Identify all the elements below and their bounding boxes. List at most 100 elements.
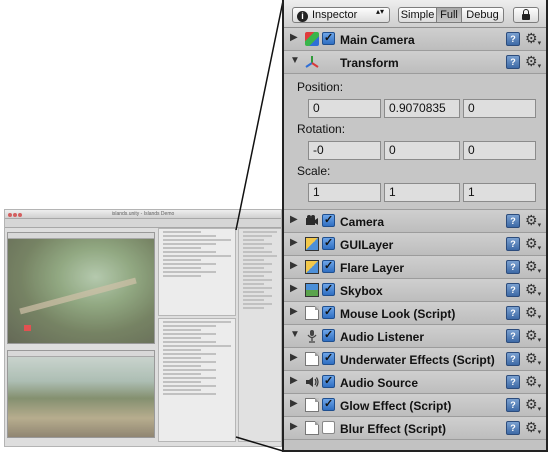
gear-icon[interactable]: ⚙▾ [525,212,541,229]
enable-checkbox[interactable] [322,259,335,273]
mode-full-button[interactable]: Full [437,8,462,22]
fold-arrow-collapsed-icon[interactable]: ▶ [290,283,298,294]
scale-row: 1 1 1 [308,183,546,202]
rotation-z-field[interactable]: 0 [463,141,536,160]
help-icon[interactable]: ? [506,375,520,389]
gear-icon[interactable]: ⚙▾ [525,235,541,252]
thumbnail-window-title: islands.unity - Islands Demo [111,211,175,217]
rotation-y-field[interactable]: 0 [384,141,460,160]
position-x-field[interactable]: 0 [308,99,381,118]
transform-properties: Position: 0 0.9070835 0 Rotation: -0 0 0… [284,74,546,210]
inspector-dropdown[interactable]: i Inspector ▴▾ [292,7,390,23]
gear-icon[interactable]: ⚙▾ [525,327,541,344]
position-label: Position: [297,80,344,94]
fold-arrow-expanded-icon[interactable]: ▼ [290,55,300,66]
fold-arrow-collapsed-icon[interactable]: ▶ [290,398,298,409]
gear-icon[interactable]: ⚙▾ [525,396,541,413]
help-icon[interactable]: ? [506,329,520,343]
gear-icon[interactable]: ⚙▾ [525,373,541,390]
audio-source-icon [306,377,319,387]
fold-arrow-collapsed-icon[interactable]: ▶ [290,260,298,271]
scale-x-field[interactable]: 1 [308,183,381,202]
enable-checkbox[interactable] [322,305,335,319]
component-name: Underwater Effects (Script) [340,353,495,367]
scale-y-field[interactable]: 1 [384,183,460,202]
gear-icon[interactable]: ⚙▾ [525,304,541,321]
enable-checkbox[interactable] [322,31,335,45]
enable-checkbox[interactable] [322,328,335,342]
enable-checkbox[interactable] [322,374,335,388]
enable-checkbox[interactable] [322,282,335,296]
gear-icon[interactable]: ⚙▾ [525,53,541,70]
camera-icon [306,215,318,225]
mode-simple-button[interactable]: Simple [399,8,437,22]
thumbnail-titlebar: islands.unity - Islands Demo [5,210,281,219]
component-mouse-look-script[interactable]: ▶ Mouse Look (Script) ? ⚙▾ [284,302,546,325]
gear-icon[interactable]: ⚙▾ [525,258,541,275]
help-icon[interactable]: ? [506,283,520,297]
position-z-field[interactable]: 0 [463,99,536,118]
component-gui-layer[interactable]: ▶ GUILayer ? ⚙▾ [284,233,546,256]
gear-icon[interactable]: ⚙▾ [525,419,541,436]
help-icon[interactable]: ? [506,398,520,412]
component-name: Audio Listener [340,330,425,344]
info-icon: i [297,11,308,22]
enable-checkbox[interactable] [322,397,335,411]
inspector-panel-thumbnail [238,228,281,442]
scale-label: Scale: [297,164,331,178]
lock-button[interactable] [513,7,539,23]
rotation-label: Rotation: [297,122,346,136]
component-name: Mouse Look (Script) [340,307,456,321]
inspector-panel: i Inspector ▴▾ Simple Full Debug ▶ Main C… [282,0,548,452]
component-name: Main Camera [340,33,415,47]
fold-arrow-collapsed-icon[interactable]: ▶ [290,306,298,317]
help-icon[interactable]: ? [506,260,520,274]
component-main-camera[interactable]: ▶ Main Camera ? ⚙▾ [284,28,546,51]
component-glow-effect-script[interactable]: ▶ Glow Effect (Script) ? ⚙▾ [284,394,546,417]
component-underwater-effects-script[interactable]: ▶ Underwater Effects (Script) ? ⚙▾ [284,348,546,371]
help-icon[interactable]: ? [506,214,520,228]
gear-icon[interactable]: ⚙▾ [525,281,541,298]
gear-icon[interactable]: ⚙▾ [525,350,541,367]
component-name: Camera [340,215,385,229]
inspector-toolbar: i Inspector ▴▾ Simple Full Debug [284,0,546,28]
enable-checkbox-unchecked[interactable] [322,421,335,434]
fold-arrow-expanded-icon[interactable]: ▼ [290,329,300,340]
fold-arrow-collapsed-icon[interactable]: ▶ [290,421,298,432]
fold-arrow-collapsed-icon[interactable]: ▶ [290,375,298,386]
fold-arrow-collapsed-icon[interactable]: ▶ [290,214,298,225]
component-skybox[interactable]: ▶ Skybox ? ⚙▾ [284,279,546,302]
help-icon[interactable]: ? [506,32,520,46]
enable-checkbox[interactable] [322,236,335,250]
script-icon [305,352,319,366]
enable-checkbox[interactable] [322,351,335,365]
component-flare-layer[interactable]: ▶ Flare Layer ? ⚙▾ [284,256,546,279]
fold-arrow-collapsed-icon[interactable]: ▶ [290,237,298,248]
position-y-field[interactable]: 0.9070835 [384,99,460,118]
component-blur-effect-script[interactable]: ▶ Blur Effect (Script) ? ⚙▾ [284,417,546,440]
scene-view [7,232,155,344]
help-icon[interactable]: ? [506,55,520,69]
position-row: 0 0.9070835 0 [308,99,546,118]
component-name: Flare Layer [340,261,405,275]
rotation-x-field[interactable]: -0 [308,141,381,160]
help-icon[interactable]: ? [506,352,520,366]
lock-icon [522,9,530,20]
hierarchy-panel-thumbnail [158,228,236,316]
help-icon[interactable]: ? [506,306,520,320]
flare-layer-icon [305,260,319,274]
thumbnail-toolbar [5,219,281,228]
mode-debug-button[interactable]: Debug [462,8,503,22]
fold-arrow-collapsed-icon[interactable]: ▶ [290,32,298,43]
fold-arrow-collapsed-icon[interactable]: ▶ [290,352,298,363]
help-icon[interactable]: ? [506,421,520,435]
gear-icon[interactable]: ⚙▾ [525,30,541,47]
scale-z-field[interactable]: 1 [463,183,536,202]
help-icon[interactable]: ? [506,237,520,251]
component-transform[interactable]: ▼ Transform ? ⚙▾ [284,51,546,74]
enable-checkbox[interactable] [322,213,335,227]
component-camera[interactable]: ▶ Camera ? ⚙▾ [284,210,546,233]
component-name: Transform [340,56,399,70]
component-audio-listener[interactable]: ▼ Audio Listener ? ⚙▾ [284,325,546,348]
component-audio-source[interactable]: ▶ Audio Source ? ⚙▾ [284,371,546,394]
